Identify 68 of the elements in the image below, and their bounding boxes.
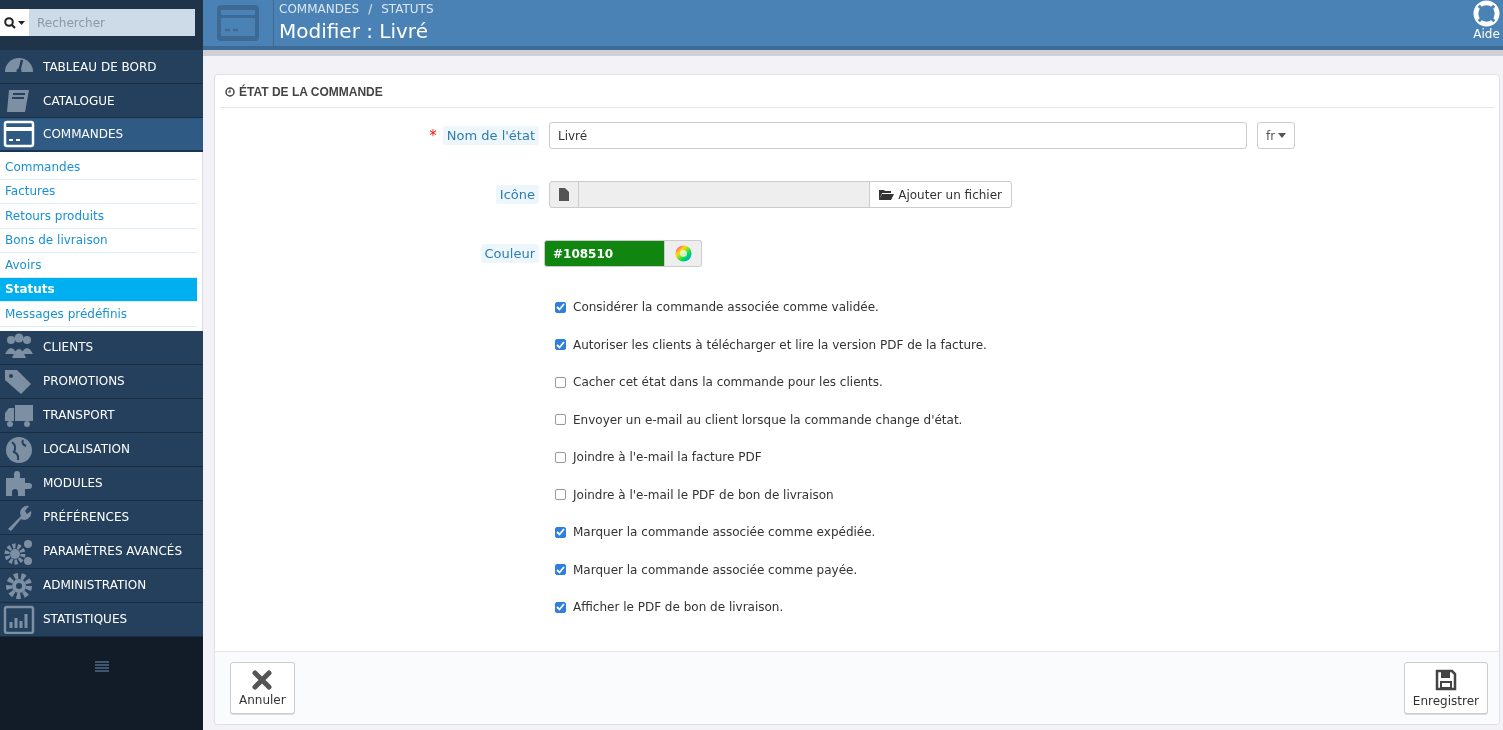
cancel-button[interactable]: Annuler: [230, 662, 295, 714]
field-label: Icône: [495, 185, 539, 204]
sidebar-item[interactable]: MODULES: [0, 466, 203, 501]
color-field[interactable]: #108510: [544, 240, 665, 267]
checkbox-label: Afficher le PDF de bon de livraison.: [573, 600, 784, 614]
state-name-field[interactable]: Livré: [549, 122, 1247, 149]
file-icon: [559, 188, 569, 201]
color-wheel-icon: [674, 245, 692, 262]
search-icon: [3, 16, 26, 29]
checkbox[interactable]: [555, 301, 566, 313]
submenu-item[interactable]: Commandes: [0, 155, 197, 180]
submenu-item[interactable]: Bons de livraison: [0, 228, 197, 253]
checkbox[interactable]: [555, 489, 566, 500]
field-label: Couleur: [480, 244, 539, 263]
sidebar-item[interactable]: TRANSPORT: [0, 398, 203, 433]
menu-icon[interactable]: [94, 660, 109, 672]
clock-icon: [225, 87, 235, 97]
search-field[interactable]: Rechercher: [29, 9, 195, 36]
checkbox[interactable]: [555, 564, 566, 575]
color-picker-button[interactable]: [665, 240, 702, 267]
checkbox-label: Marquer la commande associée comme payée.: [573, 562, 858, 577]
breadcrumb-separator: /: [368, 2, 373, 16]
sidebar-item[interactable]: CATALOGUE: [0, 84, 203, 118]
page-title: Modifier : Livré: [279, 19, 429, 43]
globe-icon: [3, 434, 35, 464]
search-button[interactable]: [0, 9, 29, 36]
panel-title: ÉTAT DE LA COMMANDE: [239, 85, 383, 99]
submenu-item[interactable]: Messages prédéfinis: [0, 302, 197, 327]
language-dropdown[interactable]: fr: [1257, 122, 1296, 149]
checkbox[interactable]: [555, 451, 566, 463]
sidebar-item[interactable]: TABLEAU DE BORD: [0, 50, 203, 84]
folder-icon: [879, 189, 895, 200]
sidebar-item[interactable]: COMMANDES: [0, 118, 203, 152]
checkbox[interactable]: [555, 601, 566, 613]
checkbox-label: Joindre à l'e-mail le PDF de bon de livraison: [573, 487, 834, 502]
file-field[interactable]: Ajouter un fichier: [549, 181, 1012, 208]
puzzle-icon: [3, 468, 35, 498]
sidebar-item[interactable]: ADMINISTRATION: [0, 568, 203, 603]
checkbox-label: Autoriser les clients à télécharger et lire la version PDF de la facture.: [573, 337, 987, 352]
add-file-button[interactable]: Ajouter un fichier: [869, 182, 1011, 207]
checkbox[interactable]: [555, 414, 566, 425]
sidebar-item[interactable]: CLIENTS: [0, 330, 203, 365]
save-button[interactable]: Enregistrer: [1403, 662, 1488, 714]
sidebar-item[interactable]: STATISTIQUES: [0, 602, 203, 637]
checkbox-label: Envoyer un e-mail au client lorsque la commande change d'état.: [573, 412, 963, 427]
checkbox-label: Joindre à l'e-mail la facture PDF: [573, 450, 762, 464]
checkbox-label: Considérer la commande associée comme validée.: [573, 300, 879, 314]
close-icon: [252, 669, 273, 690]
help-link[interactable]: Aide: [1470, 0, 1503, 46]
field-label: Nom de l'état: [442, 126, 539, 145]
caret-icon: [1278, 133, 1287, 138]
sidebar-item[interactable]: PARAMÈTRES AVANCÉS: [0, 534, 203, 569]
submenu-item[interactable]: Avoirs: [0, 253, 197, 278]
checkbox[interactable]: [555, 339, 566, 350]
card-icon: [215, 3, 261, 43]
gear-icon: [3, 570, 35, 600]
submenu-item[interactable]: Retours produits: [0, 204, 197, 229]
bar-chart-icon: [3, 604, 35, 634]
checkbox-label: Marquer la commande associée comme expédiée.: [573, 525, 876, 539]
submenu-item[interactable]: Factures: [0, 179, 197, 204]
card-icon: [3, 119, 35, 149]
checkbox[interactable]: [555, 526, 566, 538]
sidebar-item[interactable]: LOCALISATION: [0, 432, 203, 467]
required-asterisk: *: [429, 126, 437, 145]
checkbox-label: Cacher cet état dans la commande pour les clients.: [573, 375, 883, 389]
checkbox[interactable]: [555, 376, 566, 388]
sidebar-item[interactable]: PROMOTIONS: [0, 364, 203, 399]
sidebar-item[interactable]: PRÉFÉRENCES: [0, 500, 203, 535]
